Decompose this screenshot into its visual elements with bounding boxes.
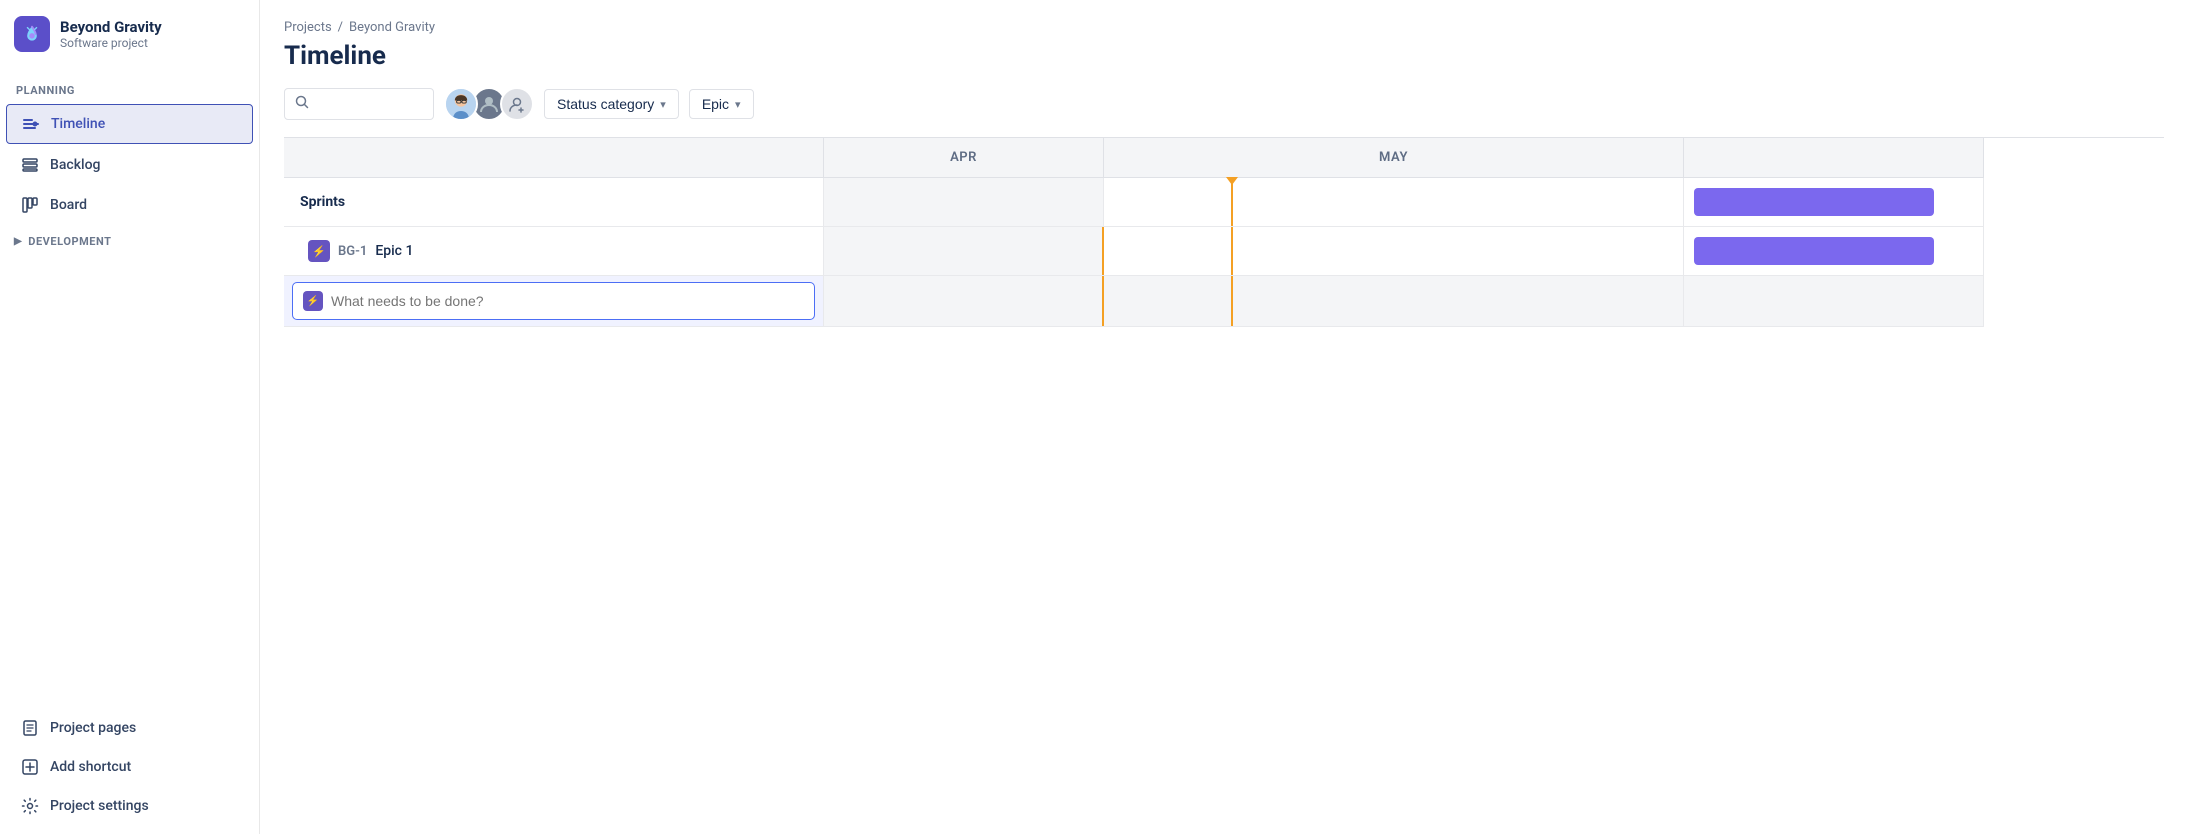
sidebar-item-timeline-label: Timeline (51, 116, 105, 132)
epic-row-cell: ⚡ BG-1 Epic 1 (284, 227, 824, 276)
avatar-group (444, 87, 534, 121)
sprints-label-cell: Sprints (284, 178, 824, 227)
epic-id: BG-1 (338, 244, 367, 259)
today-triangle (1226, 177, 1238, 185)
timeline-container[interactable]: APR MAY Sprints (284, 137, 2164, 834)
sidebar-item-add-shortcut-label: Add shortcut (50, 759, 131, 775)
development-section[interactable]: ▶ DEVELOPMENT (0, 225, 259, 258)
epic-apr-cell (824, 227, 1104, 276)
sidebar-item-project-settings-label: Project settings (50, 798, 149, 814)
search-icon (295, 95, 309, 113)
timeline-header-extra (1684, 138, 1984, 178)
new-task-input[interactable] (331, 293, 804, 309)
backlog-icon (20, 155, 40, 175)
search-box[interactable] (284, 88, 434, 120)
sidebar-header: Beyond Gravity Software project (0, 0, 259, 68)
epic-label: Epic (702, 96, 729, 112)
breadcrumb-projects[interactable]: Projects (284, 20, 332, 35)
epic-name: Epic 1 (375, 243, 413, 259)
status-category-button[interactable]: Status category ▾ (544, 89, 679, 119)
epic-may-cell (1104, 227, 1684, 276)
today-line-5 (1231, 276, 1233, 326)
sidebar-item-board[interactable]: Board (6, 186, 253, 224)
gear-icon (20, 796, 40, 816)
breadcrumb: Projects / Beyond Gravity (284, 20, 2164, 35)
sprints-text: Sprints (300, 194, 345, 210)
sprints-apr-cell (824, 178, 1104, 227)
sidebar: Beyond Gravity Software project PLANNING… (0, 0, 260, 834)
new-task-icon-glyph: ⚡ (307, 296, 319, 307)
project-pages-icon (20, 718, 40, 738)
new-task-epic-icon: ⚡ (303, 291, 323, 311)
sprints-extra-cell (1684, 178, 1984, 227)
project-name: Beyond Gravity (60, 18, 162, 36)
epic-extra-cell (1684, 227, 1984, 276)
planning-section-label: PLANNING (0, 68, 259, 103)
sidebar-item-project-pages-label: Project pages (50, 720, 136, 736)
sprints-row-label: Sprints (284, 178, 823, 226)
epic-label-row: ⚡ BG-1 Epic 1 (284, 227, 823, 275)
timeline-header-apr: APR (824, 138, 1104, 178)
timeline-icon (21, 114, 41, 134)
status-category-label: Status category (557, 96, 654, 112)
breadcrumb-separator: / (338, 20, 343, 35)
today-line-3 (1231, 227, 1233, 275)
page-title: Timeline (284, 41, 2164, 71)
avatar-user[interactable] (444, 87, 478, 121)
avatar-add[interactable] (500, 87, 534, 121)
main-header: Projects / Beyond Gravity Timeline (260, 0, 2188, 87)
input-apr-cell (824, 276, 1104, 327)
epic-icon-text: ⚡ (312, 245, 326, 258)
new-task-input-wrapper[interactable]: ⚡ (292, 282, 815, 320)
sidebar-item-board-label: Board (50, 197, 87, 213)
sprints-may-cell (1104, 178, 1684, 227)
toolbar: Status category ▾ Epic ▾ (260, 87, 2188, 137)
today-line-4 (1102, 276, 1104, 326)
project-info: Beyond Gravity Software project (60, 18, 162, 50)
input-may-cell (1104, 276, 1684, 327)
epic-chevron: ▾ (735, 98, 741, 111)
breadcrumb-current[interactable]: Beyond Gravity (349, 20, 435, 35)
epic-icon: ⚡ (308, 240, 330, 262)
chevron-right-icon: ▶ (14, 236, 22, 247)
project-logo (14, 16, 50, 52)
project-type: Software project (60, 36, 162, 50)
timeline-header-label-col (284, 138, 824, 178)
add-shortcut-icon (20, 757, 40, 777)
input-extra-cell (1684, 276, 1984, 327)
sidebar-item-backlog-label: Backlog (50, 157, 100, 173)
input-row-cell-label[interactable]: ⚡ (284, 276, 824, 327)
main-content: Projects / Beyond Gravity Timeline (260, 0, 2188, 834)
sidebar-item-project-pages[interactable]: Project pages (6, 709, 253, 747)
sidebar-item-add-shortcut[interactable]: Add shortcut (6, 748, 253, 786)
development-label: DEVELOPMENT (28, 235, 111, 248)
sprint-bar (1694, 188, 1934, 216)
epic-button[interactable]: Epic ▾ (689, 89, 754, 119)
board-icon (20, 195, 40, 215)
sidebar-item-backlog[interactable]: Backlog (6, 146, 253, 184)
sidebar-footer: Project pages Add shortcut Project setti… (0, 708, 259, 834)
status-category-chevron: ▾ (660, 98, 666, 111)
sidebar-item-timeline[interactable]: Timeline (6, 104, 253, 144)
today-line (1231, 178, 1233, 226)
timeline-grid: APR MAY Sprints (284, 138, 2164, 327)
today-line-2 (1102, 227, 1104, 275)
search-input[interactable] (317, 96, 423, 112)
sidebar-item-project-settings[interactable]: Project settings (6, 787, 253, 825)
timeline-header-may: MAY (1104, 138, 1684, 178)
epic-bar (1694, 237, 1934, 265)
